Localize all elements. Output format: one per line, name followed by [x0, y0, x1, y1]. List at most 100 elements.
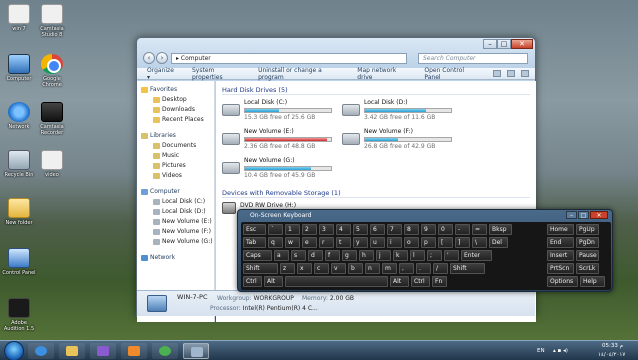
osk-key-enter[interactable]: Enter	[461, 250, 492, 261]
osk-key-5[interactable]: 5	[353, 224, 368, 235]
maximize-button[interactable]: □	[497, 39, 511, 49]
nav-item-pictures[interactable]: Pictures	[141, 161, 214, 171]
osk-key-y[interactable]: y	[353, 237, 368, 248]
osk-key-x91[interactable]: [	[438, 237, 453, 248]
nav-computer[interactable]: Computer	[141, 187, 214, 197]
map-network-drive-button[interactable]: Map network drive	[357, 67, 408, 81]
osk-key-tab[interactable]: Tab	[243, 237, 266, 248]
osk-key-fn[interactable]: Fn	[432, 276, 447, 287]
osk-key-esc[interactable]: Esc	[243, 224, 266, 235]
nav-network[interactable]: Network	[141, 253, 214, 263]
desktop-icon-computer[interactable]: Computer	[2, 54, 36, 82]
preview-pane-icon[interactable]	[507, 70, 515, 77]
osk-key-k[interactable]: k	[393, 250, 408, 261]
osk-key-x44[interactable]: ,	[399, 263, 414, 274]
close-button[interactable]: ✕	[511, 39, 533, 49]
taskbar-app-ie[interactable]	[28, 343, 54, 359]
taskbar-app-media[interactable]	[90, 343, 116, 359]
taskbar-app-osk[interactable]	[183, 343, 209, 359]
osk-key-9[interactable]: 9	[421, 224, 436, 235]
taskbar-app-media-player[interactable]	[121, 343, 147, 359]
forward-button[interactable]: ›	[156, 52, 168, 64]
osk-key-v[interactable]: v	[331, 263, 346, 274]
uninstall-program-button[interactable]: Uninstall or change a program	[258, 67, 341, 81]
desktop-icon-chrome[interactable]: Google Chrome	[35, 54, 69, 88]
nav-item-desktop[interactable]: Desktop	[141, 95, 214, 105]
osk-key-j[interactable]: j	[376, 250, 391, 261]
osk-key-alt[interactable]: Alt	[390, 276, 409, 287]
drive-tile[interactable]: Local Disk (D:) 3.42 GB free of 11.6 GB	[342, 99, 460, 124]
osk-key-6[interactable]: 6	[370, 224, 385, 235]
osk-key-shift[interactable]: Shift	[243, 263, 278, 274]
nav-item-videos[interactable]: Videos	[141, 171, 214, 181]
osk-key-g[interactable]: g	[342, 250, 357, 261]
osk-key-a[interactable]: a	[274, 250, 289, 261]
minimize-button[interactable]: –	[483, 39, 497, 49]
taskbar-app-chrome[interactable]	[152, 343, 178, 359]
osk-key-4[interactable]: 4	[336, 224, 351, 235]
osk-key-3[interactable]: 3	[319, 224, 334, 235]
osk-key-i[interactable]: i	[387, 237, 402, 248]
osk-close-button[interactable]: ✕	[590, 211, 608, 219]
desktop-icon-new-folder[interactable]: New folder	[2, 198, 36, 226]
osk-key-h[interactable]: h	[359, 250, 374, 261]
osk-key-alt[interactable]: Alt	[264, 276, 283, 287]
osk-key-s[interactable]: s	[291, 250, 306, 261]
osk-key-c[interactable]: c	[314, 263, 329, 274]
osk-key-x39[interactable]: '	[444, 250, 459, 261]
desktop-icon-camtasia-recorder[interactable]: Camtasia Recorder	[35, 102, 69, 136]
osk-key-x[interactable]: x	[297, 263, 312, 274]
language-indicator[interactable]: EN	[537, 348, 545, 355]
clock-date[interactable]: ١٤/٠٤/٢٠١٧	[598, 352, 625, 359]
address-bar[interactable]: ▸ Computer	[171, 53, 407, 64]
osk-key-pgdn[interactable]: PgDn	[576, 237, 599, 248]
osk-key-help[interactable]: Help	[580, 276, 605, 287]
osk-key-ctrl[interactable]: Ctrl	[243, 276, 262, 287]
osk-key-n[interactable]: n	[365, 263, 380, 274]
osk-key-ctrl[interactable]: Ctrl	[411, 276, 430, 287]
taskbar-app-folder[interactable]	[59, 343, 85, 359]
nav-item-drive-g[interactable]: New Volume (G:)	[141, 237, 214, 247]
nav-item-music[interactable]: Music	[141, 151, 214, 161]
clock-time[interactable]: 05:33 م	[602, 343, 623, 350]
osk-key-caps[interactable]: Caps	[243, 250, 272, 261]
osk-key-x45[interactable]: -	[455, 224, 470, 235]
osk-key-options[interactable]: Options	[547, 276, 578, 287]
osk-key-del[interactable]: Del	[489, 237, 508, 248]
drive-tile[interactable]: New Volume (F:) 26.8 GB free of 42.9 GB	[342, 128, 460, 153]
osk-key-pause[interactable]: Pause	[576, 250, 599, 261]
start-button[interactable]	[4, 341, 24, 360]
nav-item-drive-d[interactable]: Local Disk (D:)	[141, 207, 214, 217]
nav-favorites[interactable]: Favorites	[141, 85, 214, 95]
back-button[interactable]: ‹	[143, 52, 155, 64]
desktop-icon-network[interactable]: Network	[2, 102, 36, 130]
nav-item-drive-c[interactable]: Local Disk (C:)	[141, 197, 214, 207]
osk-key-r[interactable]: r	[319, 237, 334, 248]
osk-key-home[interactable]: Home	[547, 224, 574, 235]
osk-key-t[interactable]: t	[336, 237, 351, 248]
osk-key-x59[interactable]: ;	[427, 250, 442, 261]
osk-key-m[interactable]: m	[382, 263, 397, 274]
nav-item-drive-f[interactable]: New Volume (F:)	[141, 227, 214, 237]
nav-libraries[interactable]: Libraries	[141, 131, 214, 141]
desktop-icon-video[interactable]: video	[35, 150, 69, 178]
osk-key-x47[interactable]: /	[433, 263, 448, 274]
osk-key-end[interactable]: End	[547, 237, 574, 248]
osk-key-x46[interactable]: .	[416, 263, 431, 274]
nav-item-drive-e[interactable]: New Volume (E:)	[141, 217, 214, 227]
removable-section-header[interactable]: Devices with Removable Storage (1)	[222, 188, 530, 198]
osk-key-0[interactable]: 0	[438, 224, 453, 235]
osk-key-1[interactable]: 1	[285, 224, 300, 235]
osk-key-scrlk[interactable]: ScrLk	[576, 263, 599, 274]
tray-icons[interactable]: ▴ ▪ ◂)	[553, 348, 568, 355]
organize-button[interactable]: Organize ▾	[147, 67, 176, 81]
nav-item-downloads[interactable]: Downloads	[141, 105, 214, 115]
osk-key-shift[interactable]: Shift	[450, 263, 485, 274]
nav-item-documents[interactable]: Documents	[141, 141, 214, 151]
osk-key-insert[interactable]: Insert	[547, 250, 574, 261]
system-properties-button[interactable]: System properties	[192, 67, 242, 81]
osk-key-d[interactable]: d	[308, 250, 323, 261]
osk-key-e[interactable]: e	[302, 237, 317, 248]
desktop-icon-recycle-bin[interactable]: Recycle Bin	[2, 150, 36, 178]
osk-key-pgup[interactable]: PgUp	[576, 224, 599, 235]
